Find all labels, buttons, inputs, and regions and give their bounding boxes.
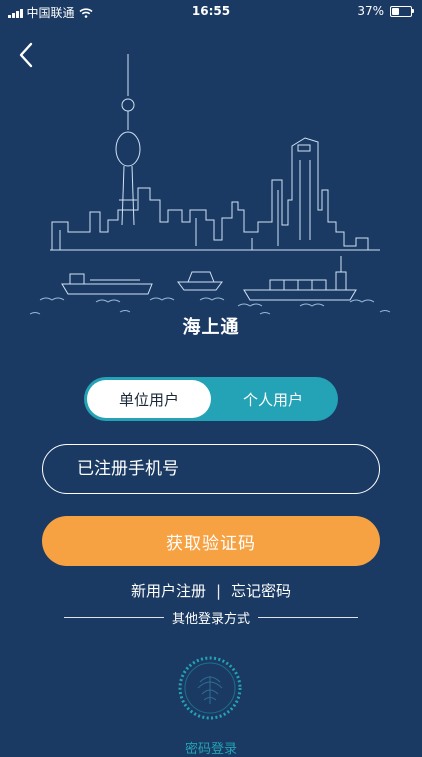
battery-fill bbox=[392, 7, 399, 15]
phone-number-input[interactable] bbox=[42, 444, 380, 494]
divider-line-right bbox=[258, 616, 359, 618]
forgot-password-link[interactable]: 忘记密码 bbox=[231, 580, 291, 601]
other-login-divider: 其他登录方式 bbox=[64, 606, 359, 628]
status-right: 37% bbox=[357, 4, 414, 18]
account-links: 新用户注册 | 忘记密码 bbox=[0, 580, 422, 601]
register-link[interactable]: 新用户注册 bbox=[131, 580, 206, 601]
password-login-button[interactable] bbox=[174, 652, 246, 724]
links-separator: | bbox=[215, 581, 222, 600]
tab-personal-user[interactable]: 个人用户 bbox=[211, 380, 335, 418]
status-bar: 中国联通 16:55 37% bbox=[0, 0, 422, 22]
battery-icon bbox=[390, 5, 414, 17]
divider-line-left bbox=[64, 616, 164, 618]
get-verification-code-button[interactable]: 获取验证码 bbox=[42, 516, 380, 566]
tab-organization-user[interactable]: 单位用户 bbox=[87, 380, 211, 418]
password-login-label: 密码登录 bbox=[184, 742, 237, 757]
other-login-heading: 其他登录方式 bbox=[172, 611, 251, 627]
user-type-segmented-control: 单位用户 个人用户 bbox=[84, 377, 338, 421]
battery-percent: 37% bbox=[357, 4, 384, 18]
app-title: 海上通 bbox=[182, 317, 240, 338]
password-login-icon bbox=[178, 656, 242, 720]
city-skyline-illustration bbox=[29, 54, 391, 315]
